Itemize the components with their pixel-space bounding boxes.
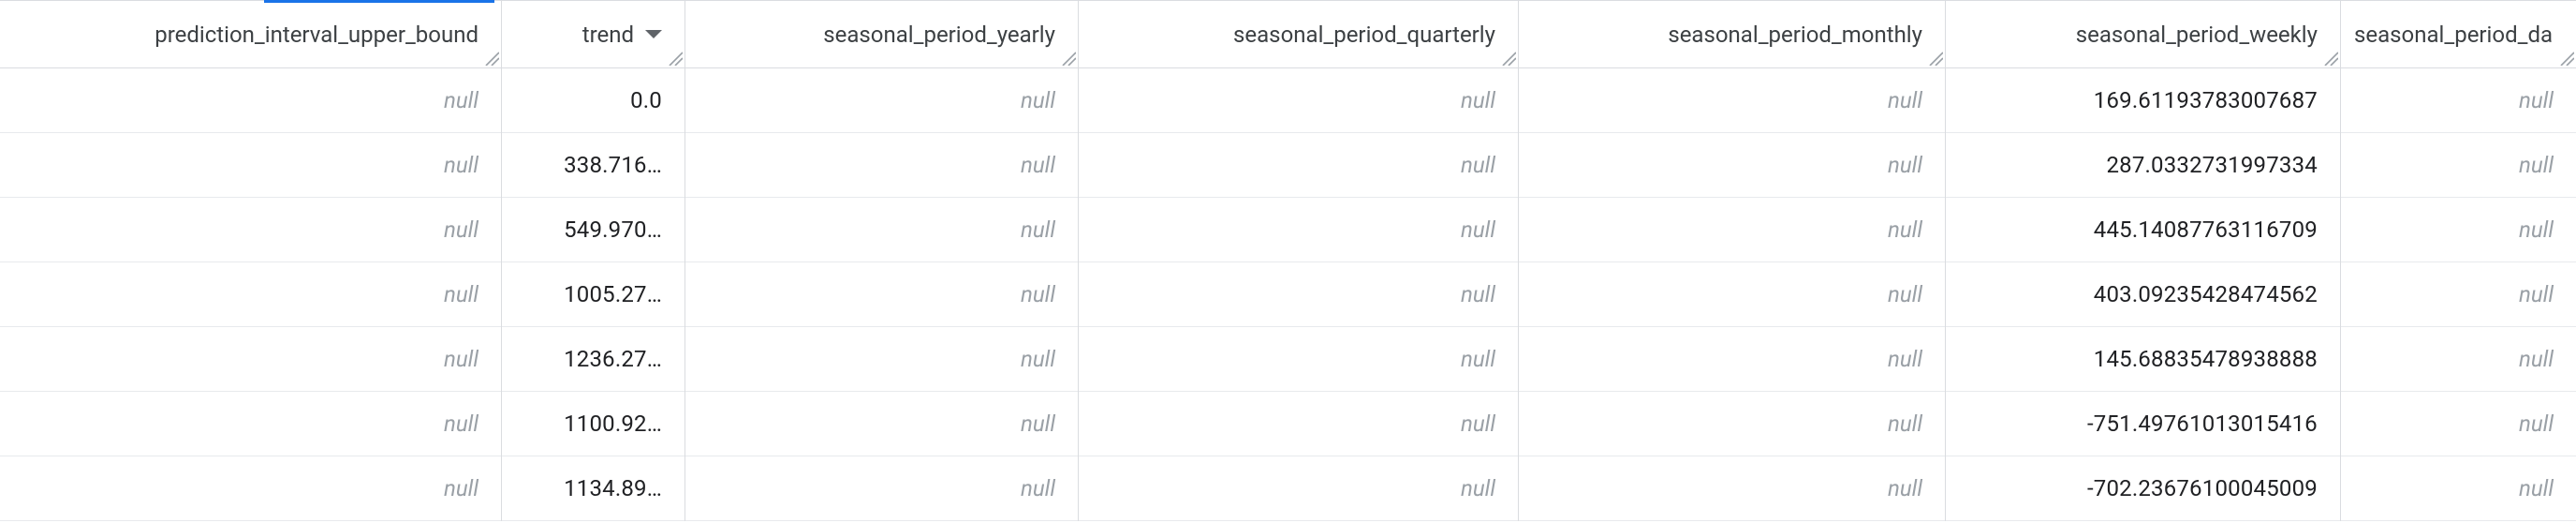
cell-trend-1[interactable]: 338.716… <box>502 133 684 198</box>
cell-daily-6[interactable]: null <box>2341 456 2576 521</box>
cell-monthly-2[interactable]: null <box>1519 198 1945 262</box>
column-header-weekly[interactable]: seasonal_period_weekly <box>1946 1 2340 68</box>
cell-yearly-6[interactable]: null <box>685 456 1078 521</box>
resize-handle-icon[interactable] <box>1057 47 1076 66</box>
cell-quarterly-5[interactable]: null <box>1079 392 1518 456</box>
column-weekly: seasonal_period_weekly 169.6119378300768… <box>1946 1 2341 521</box>
cell-daily-1[interactable]: null <box>2341 133 2576 198</box>
column-upper-bound: prediction_interval_upper_bound null nul… <box>0 1 502 521</box>
cell-quarterly-6[interactable]: null <box>1079 456 1518 521</box>
active-tab-indicator <box>264 0 494 3</box>
column-header-label: prediction_interval_upper_bound <box>155 22 478 48</box>
cell-daily-2[interactable]: null <box>2341 198 2576 262</box>
cell-trend-3[interactable]: 1005.27… <box>502 262 684 327</box>
cell-upper-1[interactable]: null <box>0 133 501 198</box>
resize-handle-icon[interactable] <box>2319 47 2338 66</box>
cell-weekly-4[interactable]: 145.68835478938888 <box>1946 327 2340 392</box>
cell-yearly-2[interactable]: null <box>685 198 1078 262</box>
cell-daily-4[interactable]: null <box>2341 327 2576 392</box>
cell-yearly-0[interactable]: null <box>685 68 1078 133</box>
cell-quarterly-0[interactable]: null <box>1079 68 1518 133</box>
column-daily: seasonal_period_daily null null null nul… <box>2341 1 2576 521</box>
column-header-monthly[interactable]: seasonal_period_monthly <box>1519 1 1945 68</box>
cell-trend-6[interactable]: 1134.89… <box>502 456 684 521</box>
cell-daily-5[interactable]: null <box>2341 392 2576 456</box>
column-quarterly: seasonal_period_quarterly null null null… <box>1079 1 1519 521</box>
cell-upper-2[interactable]: null <box>0 198 501 262</box>
cell-yearly-3[interactable]: null <box>685 262 1078 327</box>
resize-handle-icon[interactable] <box>1924 47 1943 66</box>
column-header-label: seasonal_period_weekly <box>2076 22 2318 48</box>
column-trend: trend 0.0 338.716… 549.970… 1005.27… 123… <box>502 1 685 521</box>
column-header-label: seasonal_period_monthly <box>1668 22 1922 48</box>
cell-monthly-4[interactable]: null <box>1519 327 1945 392</box>
resize-handle-icon[interactable] <box>480 47 499 66</box>
cell-daily-0[interactable]: null <box>2341 68 2576 133</box>
cell-yearly-4[interactable]: null <box>685 327 1078 392</box>
cell-daily-3[interactable]: null <box>2341 262 2576 327</box>
cell-trend-5[interactable]: 1100.92… <box>502 392 684 456</box>
cell-weekly-0[interactable]: 169.61193783007687 <box>1946 68 2340 133</box>
column-header-quarterly[interactable]: seasonal_period_quarterly <box>1079 1 1518 68</box>
cell-weekly-6[interactable]: -702.23676100045009 <box>1946 456 2340 521</box>
column-header-daily[interactable]: seasonal_period_daily <box>2341 1 2576 68</box>
cell-trend-2[interactable]: 549.970… <box>502 198 684 262</box>
cell-upper-4[interactable]: null <box>0 327 501 392</box>
column-header-trend[interactable]: trend <box>502 1 684 68</box>
resize-handle-icon[interactable] <box>2555 47 2574 66</box>
column-header-yearly[interactable]: seasonal_period_yearly <box>685 1 1078 68</box>
resize-handle-icon[interactable] <box>1497 47 1516 66</box>
cell-weekly-2[interactable]: 445.14087763116709 <box>1946 198 2340 262</box>
cell-trend-0[interactable]: 0.0 <box>502 68 684 133</box>
column-yearly: seasonal_period_yearly null null null nu… <box>685 1 1079 521</box>
cell-weekly-3[interactable]: 403.09235428474562 <box>1946 262 2340 327</box>
results-table: prediction_interval_upper_bound null nul… <box>0 0 2576 521</box>
sort-desc-icon <box>645 30 662 38</box>
cell-upper-0[interactable]: null <box>0 68 501 133</box>
column-monthly: seasonal_period_monthly null null null n… <box>1519 1 1946 521</box>
column-header-label: trend <box>582 22 634 48</box>
column-header-upper-bound[interactable]: prediction_interval_upper_bound <box>0 1 501 68</box>
cell-monthly-5[interactable]: null <box>1519 392 1945 456</box>
cell-monthly-3[interactable]: null <box>1519 262 1945 327</box>
cell-upper-3[interactable]: null <box>0 262 501 327</box>
cell-monthly-0[interactable]: null <box>1519 68 1945 133</box>
cell-upper-5[interactable]: null <box>0 392 501 456</box>
cell-quarterly-4[interactable]: null <box>1079 327 1518 392</box>
cell-quarterly-1[interactable]: null <box>1079 133 1518 198</box>
cell-quarterly-3[interactable]: null <box>1079 262 1518 327</box>
cell-yearly-1[interactable]: null <box>685 133 1078 198</box>
column-header-label: seasonal_period_daily <box>2354 22 2554 48</box>
cell-weekly-1[interactable]: 287.0332731997334 <box>1946 133 2340 198</box>
cell-trend-4[interactable]: 1236.27… <box>502 327 684 392</box>
cell-upper-6[interactable]: null <box>0 456 501 521</box>
cell-monthly-6[interactable]: null <box>1519 456 1945 521</box>
resize-handle-icon[interactable] <box>664 47 683 66</box>
column-header-label: seasonal_period_yearly <box>823 22 1055 48</box>
cell-yearly-5[interactable]: null <box>685 392 1078 456</box>
cell-quarterly-2[interactable]: null <box>1079 198 1518 262</box>
cell-monthly-1[interactable]: null <box>1519 133 1945 198</box>
cell-weekly-5[interactable]: -751.49761013015416 <box>1946 392 2340 456</box>
column-header-label: seasonal_period_quarterly <box>1233 22 1495 48</box>
